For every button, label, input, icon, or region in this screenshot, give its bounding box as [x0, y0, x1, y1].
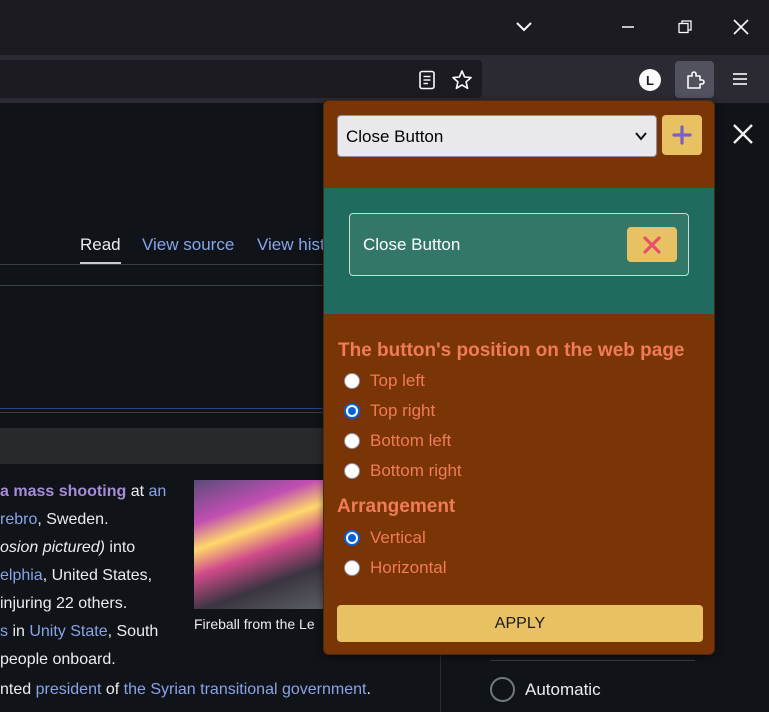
button-preview-card: Close Button: [349, 213, 689, 276]
automatic-radio[interactable]: [490, 677, 515, 702]
radio-bottom-right[interactable]: Bottom right: [344, 460, 462, 482]
radio-button[interactable]: [344, 530, 360, 546]
radio-label: Top right: [370, 401, 436, 420]
article-link[interactable]: elphia: [0, 567, 43, 584]
plus-icon: [672, 125, 692, 145]
article-line: s in Unity State, South: [0, 618, 158, 646]
article-line: nted president of the Syrian transitiona…: [0, 676, 371, 704]
article-text-span: , Sweden.: [37, 511, 109, 528]
chevron-down-icon: [634, 128, 648, 148]
article-text-span: at: [126, 483, 149, 500]
tab-view-history[interactable]: View hist: [257, 235, 325, 255]
article-text-span: , South: [107, 623, 159, 640]
title-bar: [0, 0, 769, 55]
extension-popup: Close Button Close Button The button's p…: [323, 100, 715, 655]
divider: [490, 660, 695, 661]
article-link[interactable]: rebro: [0, 511, 37, 528]
chevron-down-icon[interactable]: [509, 10, 539, 44]
radio-bottom-left[interactable]: Bottom left: [344, 430, 451, 452]
tab-read[interactable]: Read: [80, 235, 121, 255]
button-type-select[interactable]: Close Button: [337, 115, 657, 157]
thumbnail-caption: Fireball from the Le: [194, 616, 315, 632]
button-preview-area: Close Button: [324, 188, 714, 314]
position-heading: The button's position on the web page: [338, 340, 685, 361]
article-text-span: into: [104, 539, 136, 556]
select-value: Close Button: [346, 127, 444, 146]
radio-button[interactable]: [344, 403, 360, 419]
article-line: rebro, Sweden.: [0, 506, 109, 534]
article-line: elphia, United States,: [0, 562, 152, 590]
article-link[interactable]: s: [0, 623, 8, 640]
radio-label: Vertical: [370, 528, 426, 547]
close-icon[interactable]: [730, 121, 756, 147]
article-text-span: .: [366, 681, 371, 698]
bookmark-star-icon[interactable]: [450, 68, 474, 92]
radio-label: Bottom left: [370, 431, 452, 450]
article-link[interactable]: Unity State: [29, 623, 107, 640]
article-link[interactable]: president: [36, 681, 102, 698]
radio-button[interactable]: [344, 463, 360, 479]
radio-label: Horizontal: [370, 558, 447, 577]
article-line: a mass shooting at an: [0, 478, 166, 506]
automatic-label: Automatic: [525, 680, 601, 699]
article-link[interactable]: an: [148, 483, 166, 500]
article-link[interactable]: a mass shooting: [0, 483, 126, 500]
radio-horizontal[interactable]: Horizontal: [344, 557, 447, 579]
preview-label: Close Button: [363, 235, 461, 254]
article-text-span: injuring 22 others.: [0, 595, 128, 612]
menu-icon[interactable]: [730, 69, 750, 89]
add-button[interactable]: [662, 115, 702, 155]
article-link[interactable]: the Syrian transitional government: [124, 681, 367, 698]
radio-vertical[interactable]: Vertical: [344, 527, 426, 549]
account-avatar-icon[interactable]: L: [639, 69, 661, 91]
minimize-icon[interactable]: [613, 10, 643, 44]
article-line: injuring 22 others.: [0, 590, 127, 618]
article-line: people onboard.: [0, 646, 116, 674]
close-icon: [643, 235, 661, 254]
radio-label: Top left: [370, 371, 425, 390]
article-text-span: people onboard.: [0, 651, 116, 668]
browser-toolbar: L: [0, 55, 769, 103]
restore-icon[interactable]: [670, 10, 700, 44]
extensions-icon[interactable]: [675, 61, 714, 98]
arrangement-heading: Arrangement: [337, 496, 456, 517]
tab-view-source[interactable]: View source: [142, 235, 234, 255]
preview-close-button[interactable]: [627, 227, 677, 262]
radio-button[interactable]: [344, 433, 360, 449]
url-bar[interactable]: [0, 60, 482, 98]
article-text-span: osion pictured): [0, 539, 105, 556]
radio-button[interactable]: [344, 373, 360, 389]
close-icon[interactable]: [726, 10, 756, 44]
radio-button[interactable]: [344, 560, 360, 576]
article-text-span: in: [8, 623, 30, 640]
article-text-span: , United States,: [42, 567, 153, 584]
news-thumbnail[interactable]: [194, 480, 324, 609]
article-text-span: nted: [0, 681, 36, 698]
apply-button[interactable]: APPLY: [337, 605, 703, 642]
reader-view-icon[interactable]: [416, 69, 438, 91]
article-line: osion pictured) into: [0, 534, 135, 562]
radio-top-left[interactable]: Top left: [344, 370, 425, 392]
radio-label: Bottom right: [370, 461, 462, 480]
radio-top-right[interactable]: Top right: [344, 400, 435, 422]
article-text-span: of: [101, 681, 124, 698]
